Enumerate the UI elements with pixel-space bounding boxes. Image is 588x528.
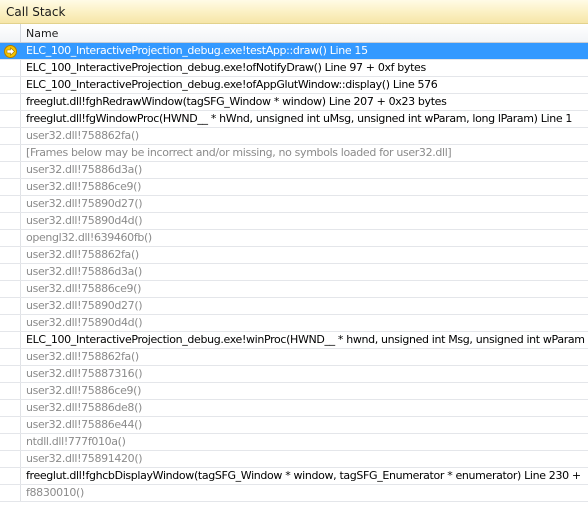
- row-gutter: [0, 196, 21, 212]
- call-stack-row[interactable]: [Frames below may be incorrect and/or mi…: [0, 145, 588, 162]
- row-gutter: [0, 281, 21, 297]
- call-stack-row[interactable]: user32.dll!75886ce9(): [0, 281, 588, 298]
- row-gutter: [0, 485, 21, 501]
- call-stack-row[interactable]: user32.dll!75890d4d(): [0, 213, 588, 230]
- row-gutter: [0, 94, 21, 110]
- call-stack-row[interactable]: user32.dll!75886ce9(): [0, 383, 588, 400]
- row-gutter: [0, 451, 21, 467]
- row-gutter: [0, 60, 21, 76]
- call-stack-row[interactable]: freeglut.dll!fgWindowProc(HWND__ * hWnd,…: [0, 111, 588, 128]
- call-stack-titlebar: Call Stack: [0, 0, 588, 24]
- frame-name: ELC_100_InteractiveProjection_debug.exe!…: [26, 333, 585, 346]
- call-stack-row[interactable]: user32.dll!75890d27(): [0, 196, 588, 213]
- frame-name: user32.dll!75890d27(): [26, 197, 143, 210]
- frame-name: user32.dll!75886e44(): [26, 418, 142, 431]
- frame-name: user32.dll!75890d27(): [26, 299, 143, 312]
- frame-name: ELC_100_InteractiveProjection_debug.exe!…: [26, 78, 438, 91]
- call-stack-row-current[interactable]: ELC_100_InteractiveProjection_debug.exe!…: [0, 43, 588, 60]
- frame-name: freeglut.dll!fghcbDisplayWindow(tagSFG_W…: [26, 469, 581, 482]
- frame-name: ELC_100_InteractiveProjection_debug.exe!…: [26, 44, 368, 57]
- row-gutter: [0, 128, 21, 144]
- call-stack-row[interactable]: f8830010(): [0, 485, 588, 502]
- call-stack-row[interactable]: user32.dll!75887316(): [0, 366, 588, 383]
- frame-name: user32.dll!75886ce9(): [26, 180, 142, 193]
- call-stack-row[interactable]: ELC_100_InteractiveProjection_debug.exe!…: [0, 77, 588, 94]
- frame-name: user32.dll!758862fa(): [26, 248, 139, 261]
- frame-name: user32.dll!75886ce9(): [26, 384, 142, 397]
- call-stack-row[interactable]: user32.dll!758862fa(): [0, 349, 588, 366]
- call-stack-row[interactable]: freeglut.dll!fghRedrawWindow(tagSFG_Wind…: [0, 94, 588, 111]
- row-gutter: [0, 230, 21, 246]
- frame-name: ELC_100_InteractiveProjection_debug.exe!…: [26, 61, 426, 74]
- current-frame-arrow-icon: [4, 45, 17, 58]
- frame-name: user32.dll!75890d4d(): [26, 214, 143, 227]
- call-stack-row[interactable]: freeglut.dll!fghcbDisplayWindow(tagSFG_W…: [0, 468, 588, 485]
- call-stack-row[interactable]: user32.dll!75890d27(): [0, 298, 588, 315]
- row-gutter: [0, 468, 21, 484]
- frame-name: freeglut.dll!fghRedrawWindow(tagSFG_Wind…: [26, 95, 447, 108]
- call-stack-row[interactable]: user32.dll!75886de8(): [0, 400, 588, 417]
- frame-name: f8830010(): [26, 486, 84, 499]
- row-gutter: [0, 145, 21, 161]
- header-gutter: [0, 24, 21, 42]
- panel-title: Call Stack: [6, 5, 66, 19]
- row-gutter: [0, 349, 21, 365]
- column-header-row: Name: [0, 24, 588, 43]
- call-stack-row[interactable]: user32.dll!758862fa(): [0, 128, 588, 145]
- row-gutter: [0, 213, 21, 229]
- row-gutter: [0, 179, 21, 195]
- frame-name: ntdll.dll!777f010a(): [26, 435, 126, 448]
- call-stack-row[interactable]: user32.dll!75886d3a(): [0, 264, 588, 281]
- row-gutter: [0, 315, 21, 331]
- frame-name: [Frames below may be incorrect and/or mi…: [26, 146, 452, 159]
- call-stack-row[interactable]: user32.dll!75886ce9(): [0, 179, 588, 196]
- row-gutter: [0, 400, 21, 416]
- row-gutter: [0, 111, 21, 127]
- call-stack-row[interactable]: ntdll.dll!777f010a(): [0, 434, 588, 451]
- frame-name: opengl32.dll!639460fb(): [26, 231, 152, 244]
- call-stack-row[interactable]: opengl32.dll!639460fb(): [0, 230, 588, 247]
- call-stack-row[interactable]: ELC_100_InteractiveProjection_debug.exe!…: [0, 60, 588, 77]
- frame-name: user32.dll!758862fa(): [26, 129, 139, 142]
- frame-name: user32.dll!75886de8(): [26, 401, 142, 414]
- frame-name: user32.dll!75887316(): [26, 367, 143, 380]
- row-gutter: [0, 417, 21, 433]
- row-gutter: [0, 298, 21, 314]
- row-gutter: [0, 77, 21, 93]
- frame-name: user32.dll!75886d3a(): [26, 163, 142, 176]
- row-gutter: [0, 247, 21, 263]
- row-gutter: [0, 264, 21, 280]
- row-gutter: [0, 383, 21, 399]
- frame-name: user32.dll!75891420(): [26, 452, 143, 465]
- frame-name: user32.dll!75890d4d(): [26, 316, 143, 329]
- call-stack-row[interactable]: user32.dll!758862fa(): [0, 247, 588, 264]
- row-gutter: [0, 43, 21, 59]
- frame-name: user32.dll!75886d3a(): [26, 265, 142, 278]
- call-stack-list: ELC_100_InteractiveProjection_debug.exe!…: [0, 43, 588, 502]
- row-gutter: [0, 434, 21, 450]
- frame-name: user32.dll!75886ce9(): [26, 282, 142, 295]
- row-gutter: [0, 366, 21, 382]
- call-stack-row[interactable]: user32.dll!75891420(): [0, 451, 588, 468]
- call-stack-row[interactable]: user32.dll!75886e44(): [0, 417, 588, 434]
- call-stack-row[interactable]: user32.dll!75890d4d(): [0, 315, 588, 332]
- call-stack-row[interactable]: ELC_100_InteractiveProjection_debug.exe!…: [0, 332, 588, 349]
- call-stack-row[interactable]: user32.dll!75886d3a(): [0, 162, 588, 179]
- row-gutter: [0, 332, 21, 348]
- column-header-name[interactable]: Name: [26, 27, 58, 40]
- frame-name: freeglut.dll!fgWindowProc(HWND__ * hWnd,…: [26, 112, 573, 125]
- row-gutter: [0, 162, 21, 178]
- frame-name: user32.dll!758862fa(): [26, 350, 139, 363]
